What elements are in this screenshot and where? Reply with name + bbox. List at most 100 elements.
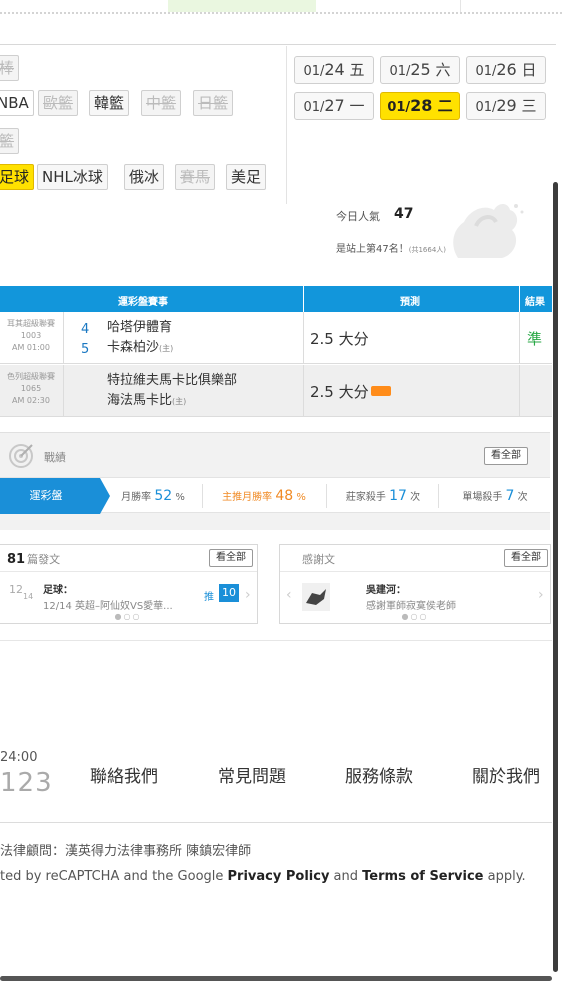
record-tab-active[interactable]: 運彩盤 (0, 478, 110, 514)
cell-divider (63, 365, 64, 417)
header-result: 結果 (525, 297, 545, 308)
terms-of-service-link[interactable]: Terms of Service (362, 869, 483, 884)
date-weekday: 三 (521, 97, 537, 115)
date-button[interactable]: 01/25 六 (380, 56, 460, 84)
date-day: 29 (496, 96, 517, 115)
stat-divider (438, 484, 439, 508)
sport-tag-korea-basketball[interactable]: 韓籃 (89, 90, 130, 116)
next-arrow-icon[interactable]: › (538, 587, 544, 603)
next-arrow-icon[interactable]: › (245, 587, 251, 603)
vertical-scrollbar[interactable] (553, 182, 558, 972)
privacy-policy-link[interactable]: Privacy Policy (228, 869, 330, 884)
thanks-snippet[interactable]: 感謝軍師寂寞侯老師 (366, 597, 456, 612)
record-title: 戰績 (44, 451, 66, 464)
team-numbers: 4 5 (81, 320, 89, 360)
footer-recaptcha: ted by reCAPTCHA and the Google Privacy … (0, 869, 526, 884)
sport-tag-baseball[interactable]: 棒 (0, 55, 20, 81)
date-weekday: 日 (521, 61, 537, 79)
sport-tag-nba[interactable]: NBA (0, 90, 34, 116)
away-team[interactable]: 特拉維夫馬卡比俱樂部 (107, 371, 237, 391)
home-team-name: 海法馬卡比 (107, 393, 173, 408)
sport-tag-basketball-other[interactable]: 籃 (0, 128, 20, 154)
header-divider (303, 286, 304, 312)
home-team-name: 卡森柏沙 (107, 340, 160, 355)
prev-arrow-icon[interactable]: ‹ (286, 587, 292, 603)
record-view-all-button[interactable]: 看全部 (484, 447, 528, 465)
date-day: 27 (324, 96, 345, 115)
prediction-text: 2.5 大分 (310, 383, 369, 401)
post-snippet[interactable]: 12/14 英超–阿仙奴VS愛華... (43, 597, 173, 612)
footer-link-contact[interactable]: 聯絡我們 (90, 762, 158, 787)
tab-divider (460, 0, 461, 12)
stat-main-monthly-win: 主推月勝率 48 % (204, 478, 324, 514)
page: 棒 NBA 歐籃 韓籃 中籃 日籃 籃 足球 NHL冰球 俄冰 賽馬 美足 01… (0, 0, 562, 1000)
thanks-view-all-button[interactable]: 看全部 (504, 549, 548, 567)
date-month: 01/ (475, 100, 497, 115)
match-info: 色列超級聯賽 1065 AM 02:30 (0, 371, 62, 407)
sport-tag-soccer[interactable]: 足球 (0, 164, 35, 190)
active-tab-highlight[interactable] (168, 0, 316, 12)
target-icon (9, 444, 33, 468)
sport-tag-nhl[interactable]: NHL冰球 (37, 164, 108, 190)
home-team[interactable]: 卡森柏沙(主) (107, 338, 173, 359)
footer-link-faq[interactable]: 常見問題 (218, 762, 286, 787)
date-button[interactable]: 01/27 一 (294, 92, 374, 120)
home-team[interactable]: 海法馬卡比(主) (107, 391, 237, 412)
footer-number: 123 (0, 768, 53, 798)
popularity-label: 今日人氣 (336, 210, 380, 223)
match-time: AM 02:30 (12, 396, 50, 405)
date-button-selected[interactable]: 01/28 二 (380, 92, 460, 120)
footer-link-about[interactable]: 關於我們 (472, 762, 540, 787)
posts-title: 81 篇發文 (7, 551, 60, 567)
sport-tag-label: 韓籃 (94, 94, 125, 112)
team-names: 特拉維夫馬卡比俱樂部 海法馬卡比(主) (107, 371, 237, 412)
stat-divider (326, 484, 327, 508)
sport-tag-label: NHL冰球 (42, 168, 103, 186)
popularity-count: 47 (394, 206, 414, 222)
team-names: 哈塔伊體育 卡森柏沙(主) (107, 318, 173, 359)
date-day: 26 (496, 60, 517, 79)
sport-tag-label: 俄冰 (129, 168, 160, 186)
footer-divider (0, 822, 552, 823)
away-team[interactable]: 哈塔伊體育 (107, 318, 173, 338)
post-date: 1214 (9, 583, 33, 601)
footer-link-terms[interactable]: 服務條款 (345, 762, 413, 787)
hot-badge-icon (370, 385, 391, 396)
sport-tag-japan-basketball[interactable]: 日籃 (193, 90, 234, 116)
sport-tag-label: 中籃 (146, 94, 177, 112)
date-weekday: 二 (437, 97, 453, 115)
thanks-title: 感謝文 (302, 553, 335, 566)
prediction-value: 2.5 大分 (310, 381, 391, 402)
match-code: 1065 (20, 384, 42, 393)
date-button[interactable]: 01/26 日 (466, 56, 546, 84)
sport-tag-horse-racing[interactable]: 賽馬 (175, 164, 216, 190)
posts-view-all-button[interactable]: 看全部 (209, 549, 253, 567)
horizontal-scrollbar[interactable] (0, 976, 552, 981)
recaptcha-text: ted by reCAPTCHA and the Google (0, 869, 228, 884)
post-date-day: 14 (23, 592, 34, 601)
sport-tag-label: 歐籃 (43, 94, 74, 112)
pager-dots: ●○○ (114, 612, 142, 621)
team-number: 5 (81, 342, 90, 357)
mascot-icon (453, 204, 524, 258)
header-divider (519, 286, 520, 312)
posts-card: 81 篇發文 看全部 1214 足球： 12/14 英超–阿仙奴VS愛華... 推… (0, 544, 258, 624)
table-row[interactable]: 耳其超級聯賽 1003 AM 01:00 4 5 哈塔伊體育 卡森柏沙(主) 2… (0, 312, 552, 364)
section-divider (0, 640, 552, 641)
match-time: AM 01:00 (12, 343, 50, 352)
rank-text: 是站上第47名！ (336, 244, 409, 255)
stat-value: 48 (275, 488, 294, 504)
stat-monthly-win: 月勝率 52 % (106, 478, 200, 514)
cell-divider (63, 312, 64, 364)
thanks-card: 感謝文 看全部 ‹ 吳建河： 感謝軍師寂寞侯老師 › ●○○ (279, 544, 551, 624)
table-header: 運彩盤賽事 預測 結果 (0, 286, 552, 312)
date-button[interactable]: 01/29 三 (466, 92, 546, 120)
sport-tag-china-basketball[interactable]: 中籃 (141, 90, 182, 116)
stat-label: 莊家殺手 (345, 492, 386, 503)
sport-tag-euro-basketball[interactable]: 歐籃 (38, 90, 79, 116)
sport-tag-russia-hockey[interactable]: 俄冰 (124, 164, 165, 190)
table-row[interactable]: 色列超級聯賽 1065 AM 02:30 特拉維夫馬卡比俱樂部 海法馬卡比(主)… (0, 365, 552, 417)
stat-label: 單場殺手 (462, 492, 503, 503)
date-button[interactable]: 01/24 五 (294, 56, 374, 84)
sport-tag-american-football[interactable]: 美足 (226, 164, 267, 190)
